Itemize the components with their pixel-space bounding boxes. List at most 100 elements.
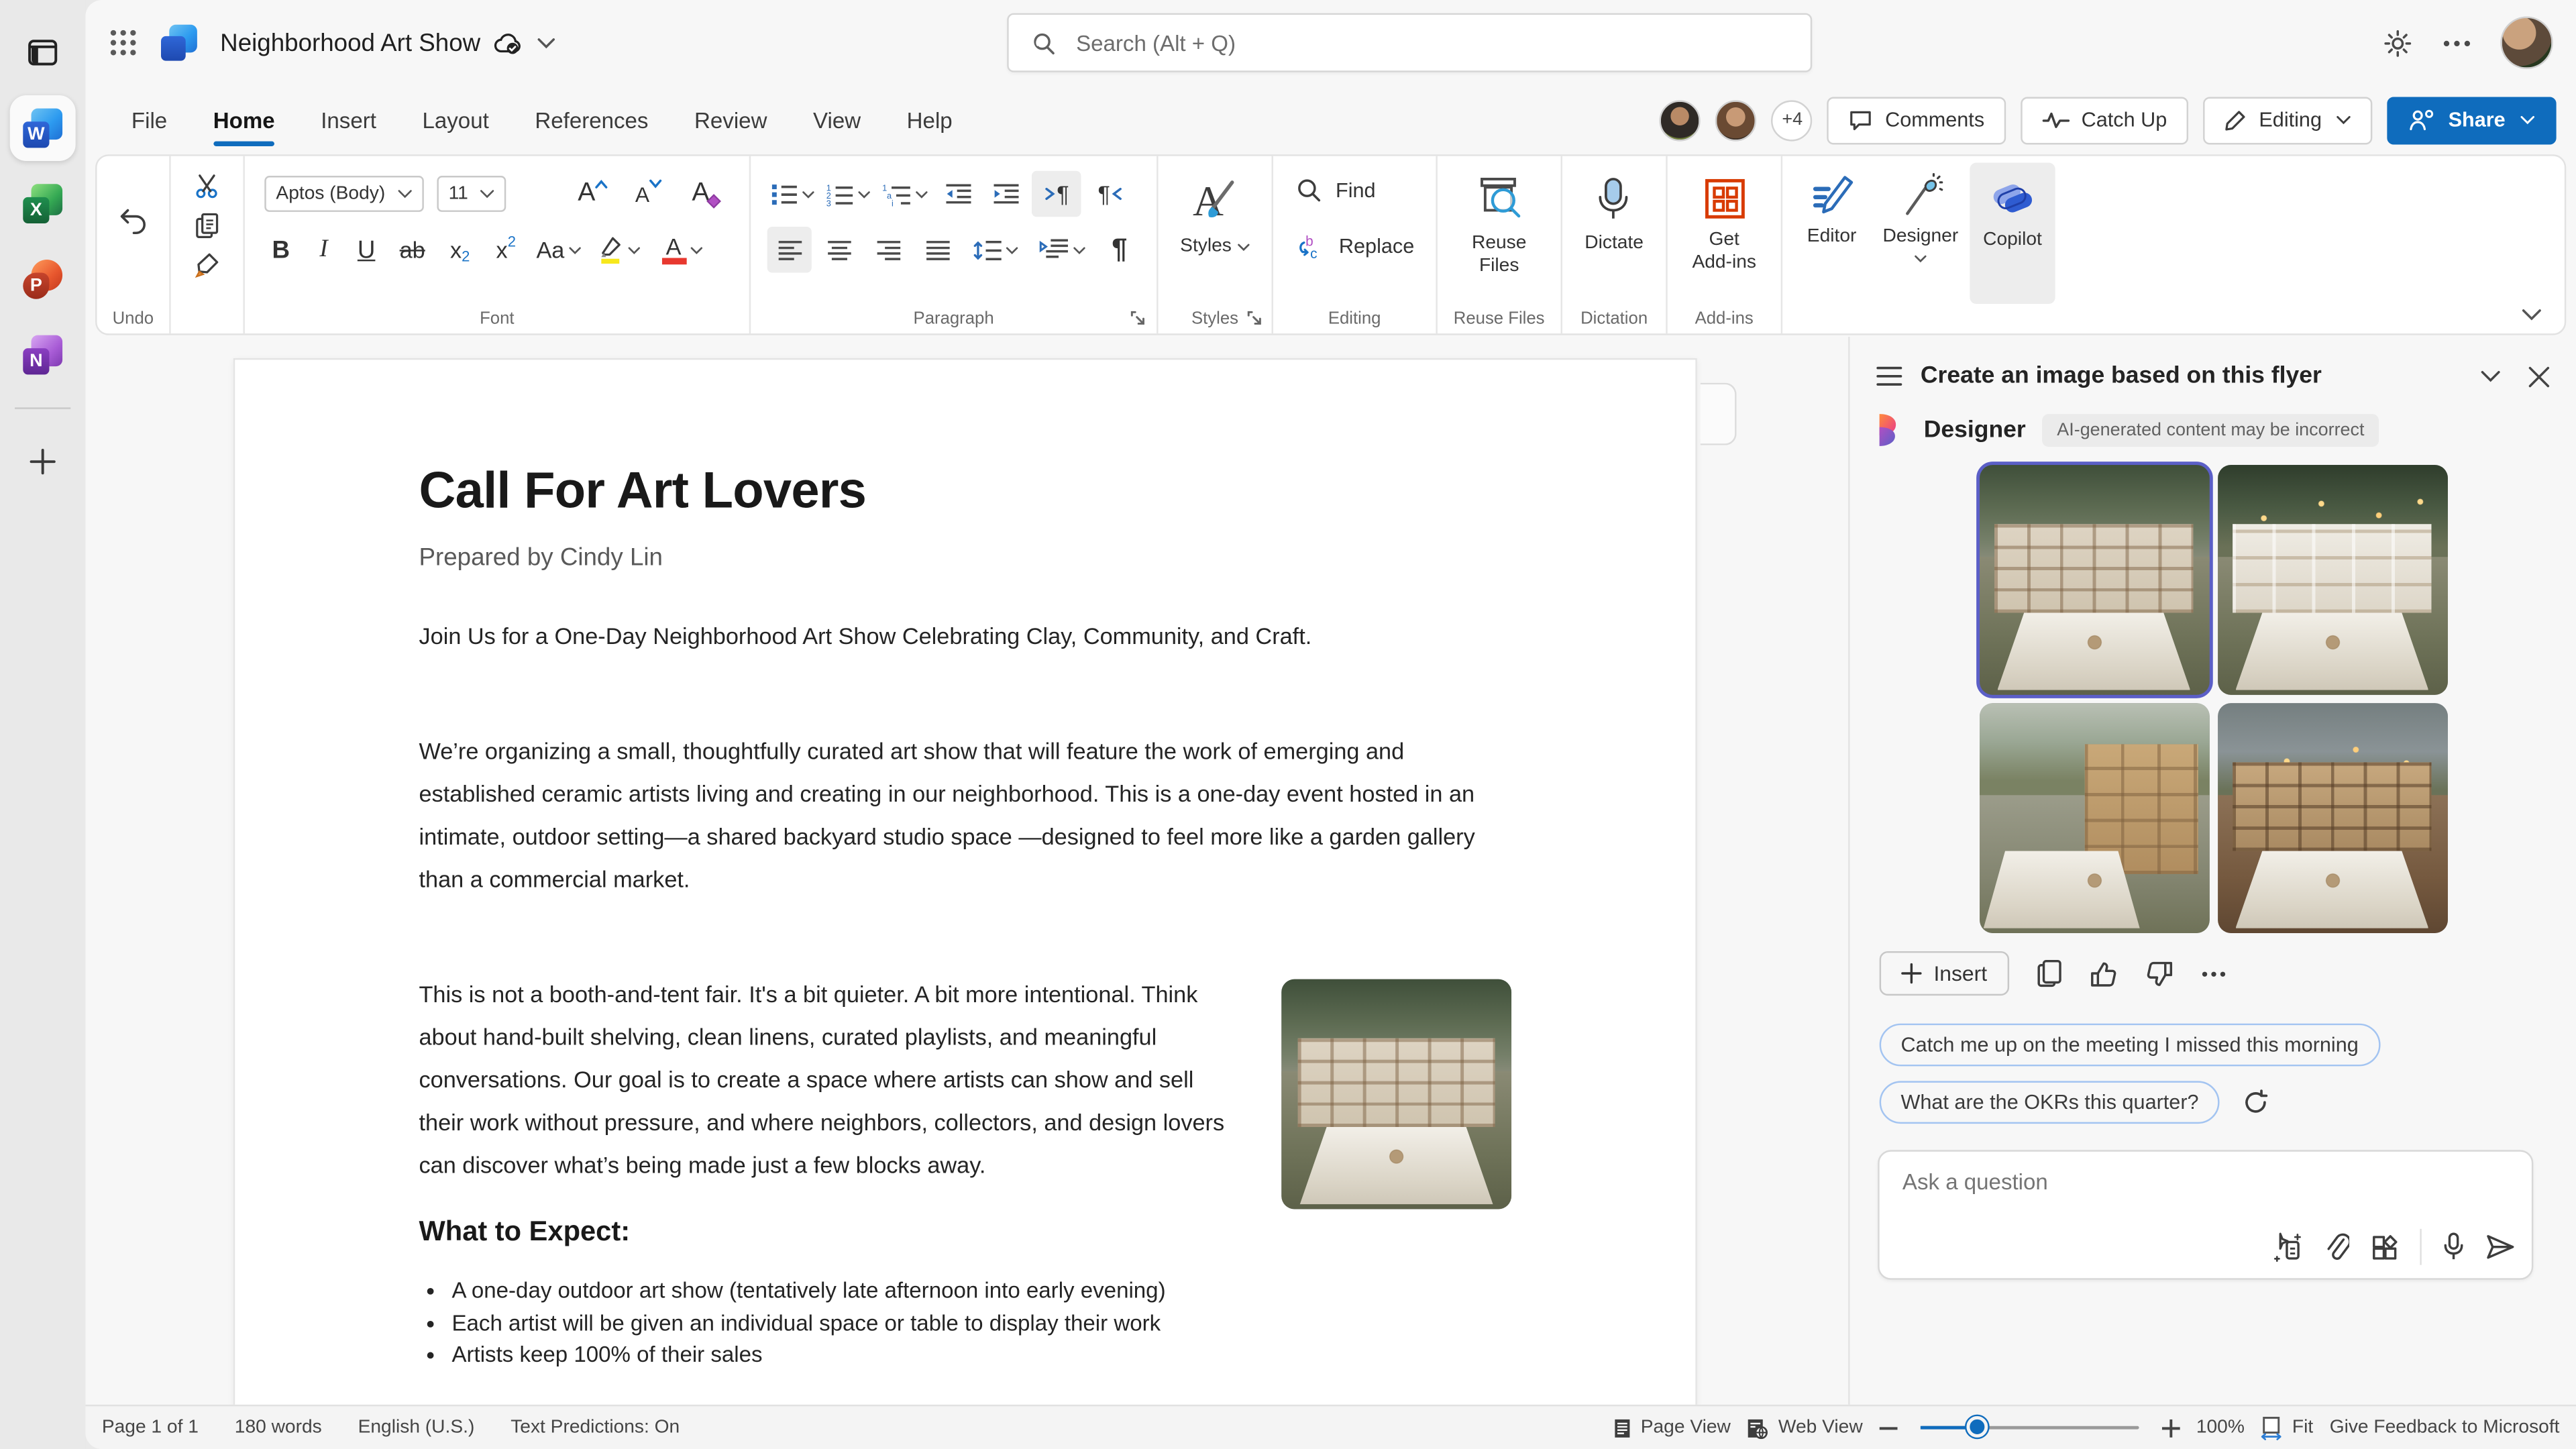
generated-image-4[interactable]	[2217, 703, 2447, 933]
search-box[interactable]	[1007, 13, 1812, 72]
collaborator-overflow-badge[interactable]: +4	[1772, 99, 1813, 140]
strikethrough-button[interactable]: ab	[389, 228, 435, 271]
ask-question-input[interactable]	[1899, 1168, 2328, 1196]
voice-input-button[interactable]	[2443, 1232, 2465, 1262]
feedback-link[interactable]: Give Feedback to Microsoft	[2330, 1417, 2560, 1437]
bold-button[interactable]: B	[261, 228, 301, 271]
doc-inline-image[interactable]	[1281, 979, 1511, 1210]
multilevel-list-button[interactable]: 1ai	[879, 172, 931, 215]
font-color-button[interactable]: A	[652, 228, 711, 271]
catch-up-button[interactable]: Catch Up	[2021, 96, 2188, 144]
align-right-button[interactable]	[866, 228, 910, 271]
document-title-menu[interactable]: Neighborhood Art Show	[220, 29, 556, 57]
page-count-status[interactable]: Page 1 of 1	[102, 1417, 199, 1437]
app-launcher-button[interactable]	[109, 28, 138, 58]
zoom-in-button[interactable]	[2161, 1419, 2180, 1437]
change-case-button[interactable]: Aa	[531, 228, 586, 271]
reuse-files-button[interactable]: ReuseFiles	[1462, 166, 1536, 278]
sidebar-item-onenote[interactable]: N	[10, 322, 76, 388]
margin-comment-stub[interactable]	[1701, 383, 1737, 445]
prompt-suggestions-button[interactable]	[2272, 1230, 2304, 1263]
page-view-button[interactable]: Page View	[1613, 1417, 1731, 1438]
italic-button[interactable]: I	[304, 228, 343, 271]
paragraph-indent-button[interactable]	[1030, 228, 1094, 271]
tab-file[interactable]: File	[112, 95, 187, 146]
format-painter-button[interactable]	[186, 245, 229, 284]
send-button[interactable]	[2485, 1234, 2515, 1260]
zoom-slider[interactable]	[1920, 1416, 2139, 1439]
align-center-button[interactable]	[816, 228, 861, 271]
font-size-select[interactable]: 11	[437, 176, 506, 212]
right-to-left-button[interactable]: ¶	[1086, 172, 1135, 215]
insert-image-button[interactable]: Insert	[1880, 951, 2008, 996]
font-name-select[interactable]: Aptos (Body)	[264, 176, 424, 212]
add-app-button[interactable]	[10, 429, 76, 494]
copilot-ask-box[interactable]	[1878, 1150, 2533, 1279]
collaborator-avatar-1[interactable]	[1660, 99, 1701, 140]
panel-menu-button[interactable]	[1876, 366, 1902, 386]
superscript-button[interactable]: x2	[484, 228, 527, 271]
generated-image-1-selected[interactable]	[1979, 465, 2209, 695]
comments-button[interactable]: Comments	[1827, 96, 2006, 144]
thumbs-up-button[interactable]	[2089, 960, 2117, 986]
highlight-color-button[interactable]	[590, 228, 649, 271]
search-input[interactable]	[1073, 29, 1787, 57]
tab-references[interactable]: References	[515, 95, 668, 146]
zoom-slider-thumb[interactable]	[1966, 1416, 1988, 1438]
left-to-right-button[interactable]: ¶	[1032, 171, 1081, 217]
language-status[interactable]: English (U.S.)	[358, 1417, 475, 1437]
copy-image-button[interactable]	[2037, 959, 2061, 987]
copilot-button[interactable]: Copilot	[1970, 162, 2055, 304]
sidebar-item-word[interactable]: W	[10, 95, 76, 161]
styles-button[interactable]: A Styles	[1170, 166, 1259, 258]
bullets-button[interactable]	[767, 172, 816, 215]
underline-button[interactable]: U	[347, 228, 386, 271]
align-left-button[interactable]	[767, 227, 812, 273]
generated-image-3[interactable]	[1979, 703, 2209, 933]
cut-button[interactable]	[186, 166, 229, 205]
paragraph-dialog-launcher[interactable]	[1130, 311, 1146, 327]
document-canvas[interactable]: Call For Art Lovers Prepared by Cindy Li…	[85, 337, 1848, 1405]
find-button[interactable]: Find	[1283, 166, 1389, 215]
undo-button[interactable]	[107, 194, 159, 246]
line-spacing-button[interactable]	[965, 228, 1025, 271]
suggestion-chip-2[interactable]: What are the OKRs this quarter?	[1880, 1081, 2220, 1124]
decrease-indent-button[interactable]	[936, 172, 979, 215]
justify-button[interactable]	[916, 228, 960, 271]
show-formatting-button[interactable]: ¶	[1099, 228, 1140, 271]
dictate-button[interactable]: Dictate	[1575, 166, 1654, 254]
editor-button[interactable]: Editor	[1792, 162, 1872, 248]
refresh-suggestions-button[interactable]	[2243, 1089, 2269, 1116]
fit-page-button[interactable]: Fit	[2261, 1415, 2313, 1440]
get-addins-button[interactable]: GetAdd-ins	[1682, 166, 1766, 274]
panel-close-button[interactable]	[2528, 366, 2550, 387]
suggestion-chip-1[interactable]: Catch me up on the meeting I missed this…	[1880, 1024, 2380, 1067]
share-button[interactable]: Share	[2387, 96, 2557, 144]
styles-dialog-launcher[interactable]	[1247, 311, 1263, 327]
tab-insert[interactable]: Insert	[301, 95, 396, 146]
increase-indent-button[interactable]	[984, 172, 1027, 215]
numbering-button[interactable]: 123	[821, 172, 873, 215]
sidebar-item-excel[interactable]: X	[10, 171, 76, 237]
editing-mode-button[interactable]: Editing	[2203, 96, 2373, 144]
more-actions-button[interactable]	[2200, 970, 2225, 977]
replace-button[interactable]: bc Replace	[1283, 222, 1428, 271]
collaborator-avatar-2[interactable]	[1716, 99, 1757, 140]
shrink-font-button[interactable]: A	[628, 172, 671, 215]
text-predictions-status[interactable]: Text Predictions: On	[511, 1417, 680, 1437]
tab-view[interactable]: View	[794, 95, 881, 146]
more-options-button[interactable]	[2443, 39, 2471, 47]
sidebar-item-powerpoint[interactable]: P	[10, 246, 76, 312]
web-view-button[interactable]: Web View	[1747, 1417, 1862, 1438]
tab-help[interactable]: Help	[887, 95, 972, 146]
document-page[interactable]: Call For Art Lovers Prepared by Cindy Li…	[233, 358, 1697, 1405]
tab-review[interactable]: Review	[675, 95, 787, 146]
thumbs-down-button[interactable]	[2145, 960, 2173, 986]
tab-home[interactable]: Home	[193, 95, 294, 146]
collapse-ribbon-button[interactable]	[2522, 309, 2541, 320]
grow-font-button[interactable]: A	[572, 172, 614, 215]
copy-button[interactable]	[186, 205, 229, 245]
subscript-button[interactable]: x2	[439, 228, 482, 271]
tab-layout[interactable]: Layout	[402, 95, 508, 146]
sidebar-toggle-button[interactable]	[10, 19, 76, 85]
